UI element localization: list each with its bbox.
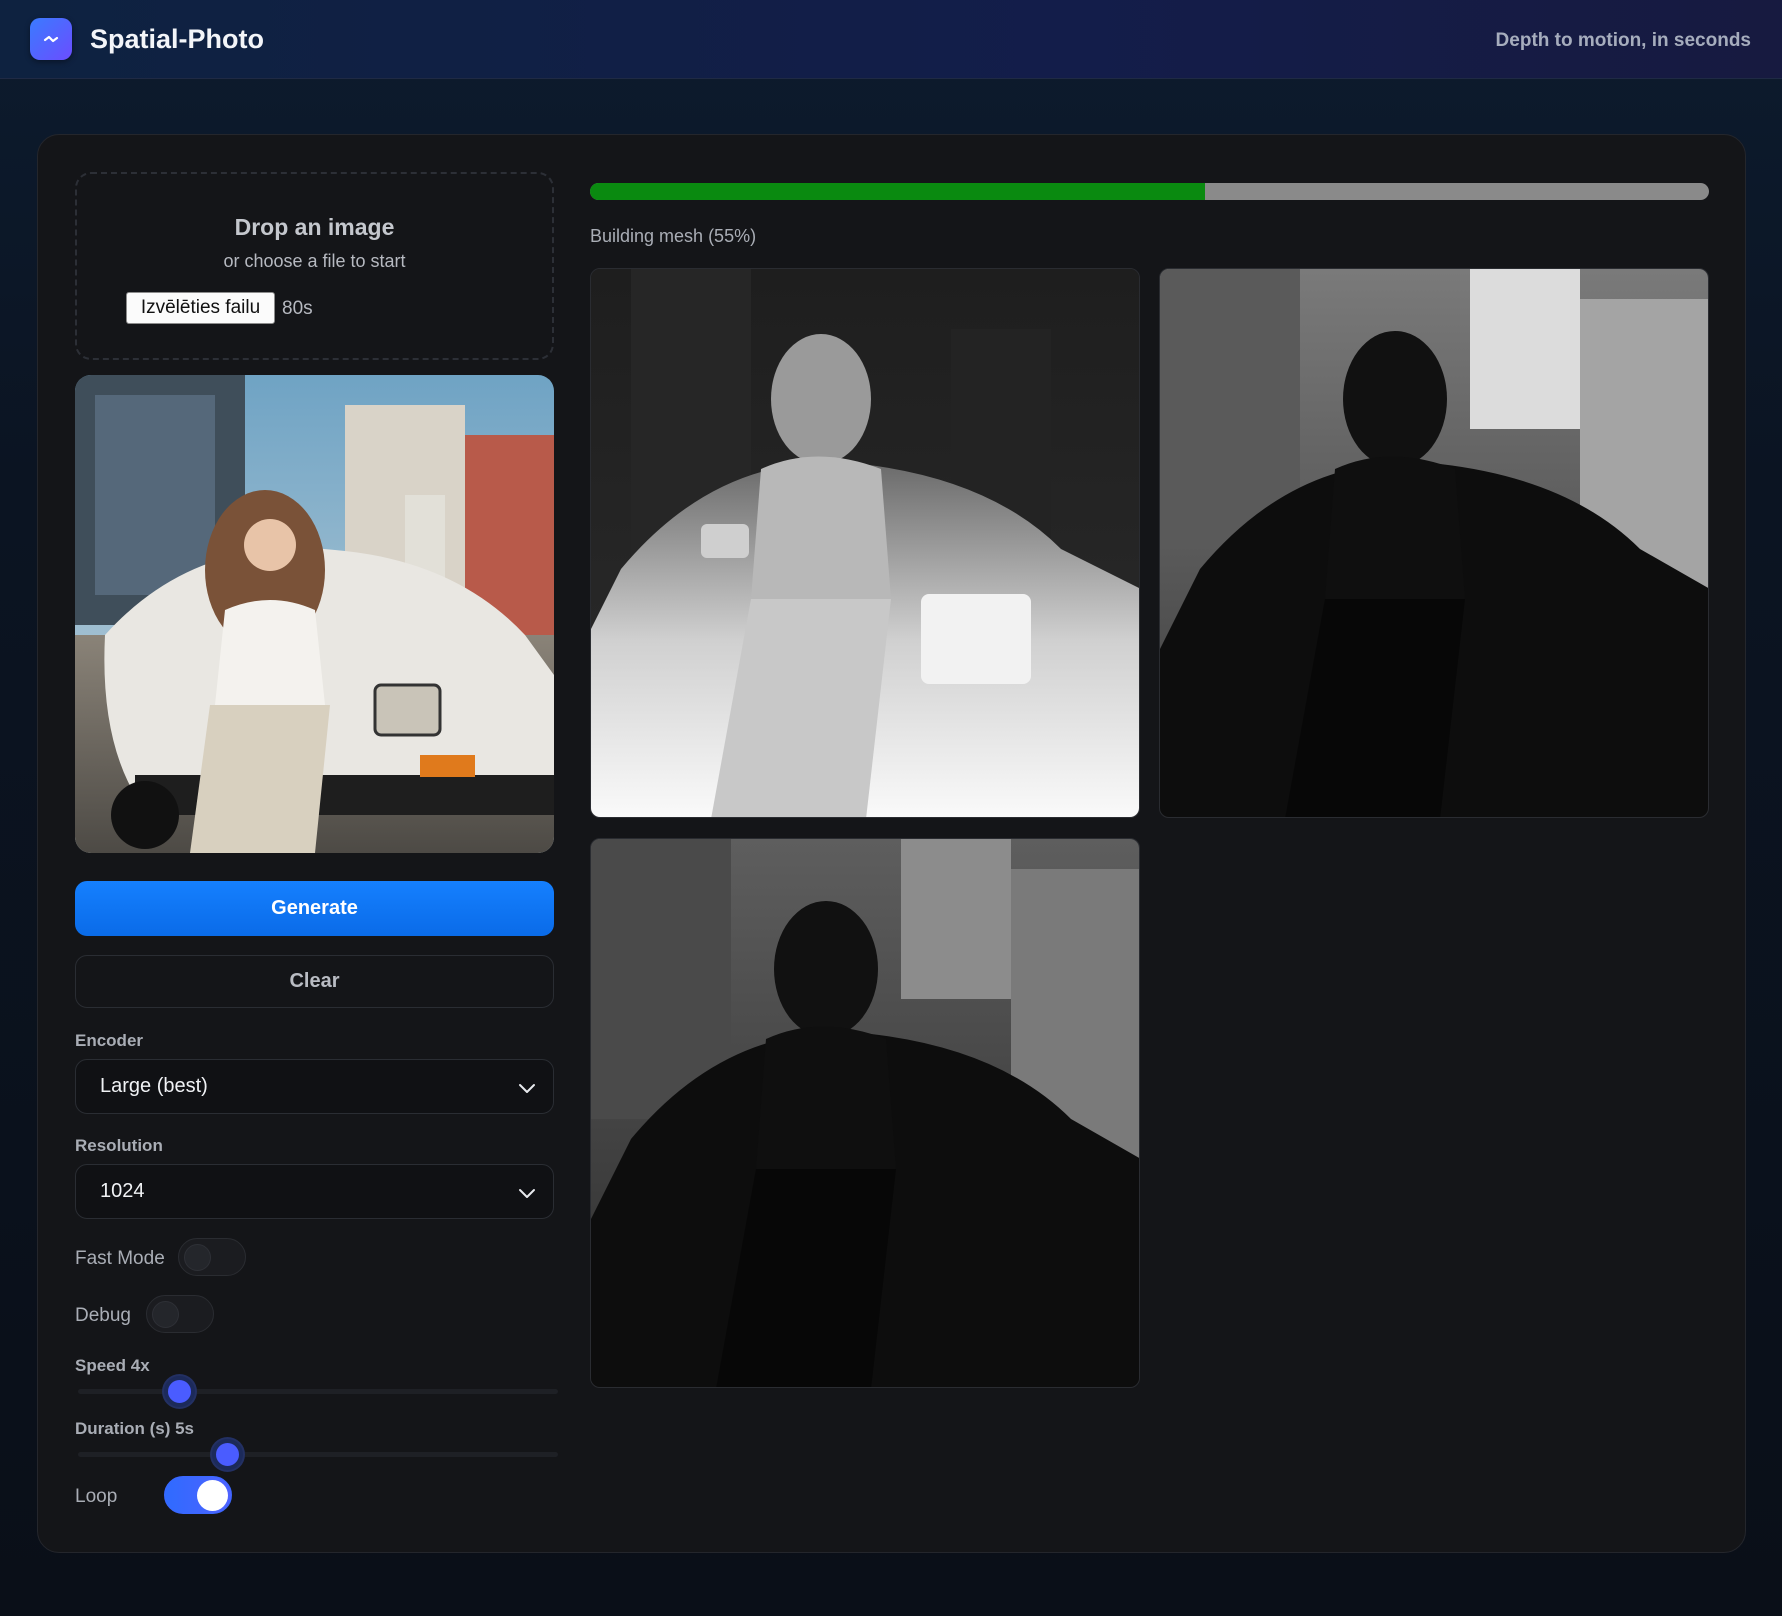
chevron-down-icon bbox=[519, 1189, 535, 1198]
layer-depth-preview bbox=[590, 838, 1140, 1388]
dropzone-title: Drop an image bbox=[234, 214, 395, 240]
encoder-label: Encoder bbox=[75, 1031, 144, 1050]
fast-mode-label: Fast Mode bbox=[75, 1248, 165, 1269]
clear-button[interactable]: Clear bbox=[75, 955, 554, 1008]
loop-label: Loop bbox=[75, 1486, 118, 1507]
motion-icon bbox=[30, 18, 72, 60]
loop-toggle[interactable] bbox=[164, 1476, 232, 1514]
fast-mode-toggle[interactable] bbox=[178, 1238, 246, 1276]
fast-mode-row: Fast Mode bbox=[75, 1238, 275, 1278]
source-image-preview bbox=[75, 375, 554, 853]
speed-label: Speed 4x bbox=[75, 1356, 150, 1375]
generate-button[interactable]: Generate bbox=[75, 881, 554, 936]
duration-label: Duration (s) 5s bbox=[75, 1419, 195, 1438]
toggle-knob bbox=[197, 1480, 228, 1511]
progress-bar-fill bbox=[590, 183, 1206, 200]
toggle-knob bbox=[184, 1244, 211, 1271]
chevron-down-icon bbox=[519, 1084, 535, 1093]
dropzone-subtitle: or choose a file to start bbox=[223, 251, 406, 271]
encoder-select[interactable]: Large (best) bbox=[75, 1059, 554, 1114]
choose-file-button[interactable]: Izvēlēties failu bbox=[126, 292, 275, 324]
duration-slider-thumb[interactable] bbox=[211, 1439, 243, 1470]
progress-status: Building mesh (55%) bbox=[590, 226, 757, 246]
image-dropzone[interactable]: Drop an image or choose a file to start … bbox=[75, 172, 554, 360]
app-title: Spatial-Photo bbox=[90, 24, 264, 54]
speed-slider[interactable] bbox=[78, 1376, 558, 1407]
resolution-label: Resolution bbox=[75, 1136, 163, 1155]
depth-map-preview bbox=[590, 268, 1140, 818]
tagline: Depth to motion, in seconds bbox=[1495, 30, 1751, 51]
progress-bar bbox=[590, 183, 1709, 200]
resolution-value: 1024 bbox=[100, 1180, 145, 1202]
speed-slider-thumb[interactable] bbox=[163, 1376, 195, 1407]
main-panel: Drop an image or choose a file to start … bbox=[37, 134, 1746, 1553]
debug-row: Debug bbox=[75, 1295, 275, 1335]
duration-slider[interactable] bbox=[78, 1439, 558, 1470]
toggle-knob bbox=[152, 1301, 179, 1328]
selected-file-name: 80s bbox=[282, 298, 313, 319]
resolution-select[interactable]: 1024 bbox=[75, 1164, 554, 1219]
debug-toggle[interactable] bbox=[146, 1295, 214, 1333]
loop-row: Loop bbox=[75, 1476, 275, 1516]
inverted-depth-preview bbox=[1159, 268, 1709, 818]
debug-label: Debug bbox=[75, 1305, 131, 1326]
top-bar: Spatial-Photo Depth to motion, in second… bbox=[0, 0, 1782, 79]
encoder-value: Large (best) bbox=[100, 1075, 208, 1097]
